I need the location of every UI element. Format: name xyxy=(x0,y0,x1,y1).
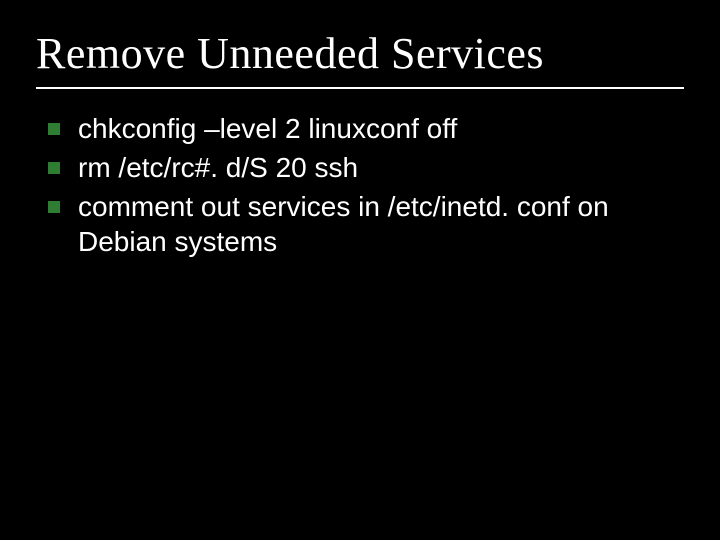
bullet-text: chkconfig –level 2 linuxconf off xyxy=(78,113,457,144)
square-bullet-icon xyxy=(48,201,60,213)
square-bullet-icon xyxy=(48,123,60,135)
bullet-text: comment out services in /etc/inetd. conf… xyxy=(78,191,609,257)
title-underline xyxy=(36,87,684,89)
list-item: chkconfig –level 2 linuxconf off xyxy=(44,111,684,146)
slide: Remove Unneeded Services chkconfig –leve… xyxy=(0,0,720,540)
list-item: comment out services in /etc/inetd. conf… xyxy=(44,189,684,259)
slide-title: Remove Unneeded Services xyxy=(36,28,684,79)
bullet-text: rm /etc/rc#. d/S 20 ssh xyxy=(78,152,358,183)
list-item: rm /etc/rc#. d/S 20 ssh xyxy=(44,150,684,185)
bullet-list: chkconfig –level 2 linuxconf off rm /etc… xyxy=(36,111,684,259)
square-bullet-icon xyxy=(48,162,60,174)
